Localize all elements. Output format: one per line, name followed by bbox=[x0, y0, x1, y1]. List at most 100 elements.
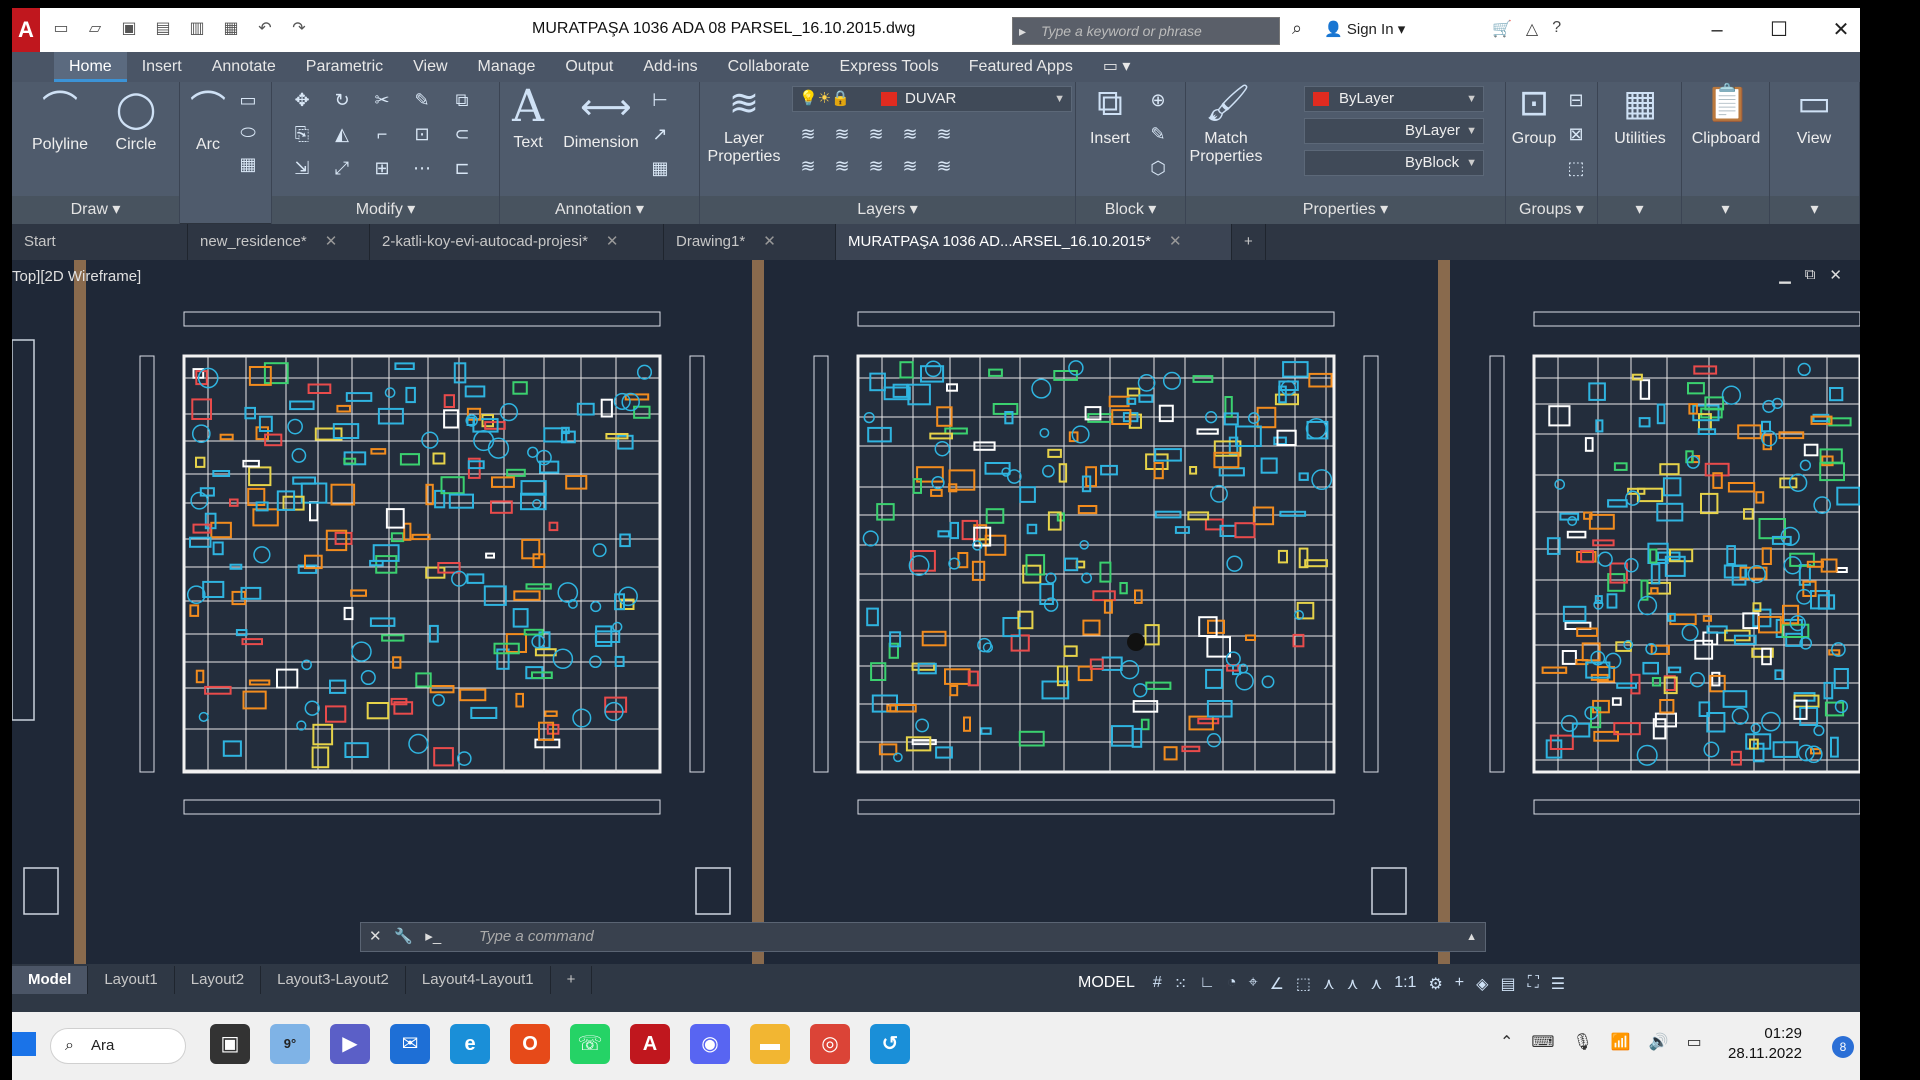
save-icon[interactable]: ▣ bbox=[116, 16, 142, 42]
utilities-button[interactable]: ▦ Utilities bbox=[1600, 82, 1680, 148]
document-tab[interactable]: MURATPAŞA 1036 AD...ARSEL_16.10.2015* ✕ bbox=[836, 224, 1232, 260]
file-explorer-icon[interactable]: ▬ bbox=[750, 1024, 790, 1064]
osnap-icon[interactable]: ⌖ bbox=[1249, 974, 1258, 994]
tab-manage[interactable]: Manage bbox=[463, 52, 551, 82]
copy-icon[interactable]: ⧉ bbox=[450, 88, 474, 112]
exchange-icon[interactable]: △ bbox=[1526, 19, 1538, 39]
view-button[interactable]: ▭ View bbox=[1774, 82, 1854, 148]
command-line[interactable]: ✕ 🔧 ▸_ Type a command ▲ bbox=[360, 922, 1486, 952]
rectangle-icon[interactable]: ▭ bbox=[236, 88, 260, 112]
mirror-icon[interactable]: ◭ bbox=[330, 122, 354, 146]
document-tab[interactable]: 2-katli-koy-evi-autocad-projesi* ✕ bbox=[370, 224, 664, 260]
weather-widget[interactable]: 9° bbox=[270, 1024, 310, 1064]
linear-dim-icon[interactable]: ⊢ bbox=[648, 88, 672, 112]
layer-lock-icon[interactable]: ≋ bbox=[898, 122, 922, 146]
polyline-button[interactable]: ⌒ Polyline bbox=[32, 88, 88, 154]
remote-app-icon[interactable]: ↺ bbox=[870, 1024, 910, 1064]
sign-in-button[interactable]: 👤 Sign In ▾ bbox=[1324, 20, 1405, 38]
clipboard-expand[interactable]: ▾ bbox=[1682, 196, 1769, 224]
keyboard-icon[interactable]: ⌨ bbox=[1531, 1032, 1554, 1052]
panel-groups-title[interactable]: Groups ▾ bbox=[1506, 196, 1597, 224]
scale-icon[interactable]: ⤢ bbox=[330, 156, 354, 180]
drawing-viewport[interactable]: Top][2D Wireframe] ▁ ⧉ ✕ bbox=[12, 260, 1860, 964]
polar-icon[interactable]: ◔ bbox=[1227, 974, 1237, 994]
trim-icon[interactable]: ✂ bbox=[370, 88, 394, 112]
color-dropdown[interactable]: ByLayer ▼ bbox=[1304, 86, 1484, 112]
help-icon[interactable]: ? bbox=[1552, 19, 1561, 39]
model-space-button[interactable]: MODEL bbox=[1072, 974, 1141, 994]
panel-block-title[interactable]: Block ▾ bbox=[1076, 196, 1185, 224]
join-icon[interactable]: ⊏ bbox=[450, 156, 474, 180]
close-tab-icon[interactable]: ✕ bbox=[1169, 233, 1182, 250]
save-as-icon[interactable]: ▤ bbox=[150, 16, 176, 42]
teams-icon[interactable]: ▶ bbox=[330, 1024, 370, 1064]
chevron-up-icon[interactable]: ⌃ bbox=[1500, 1032, 1513, 1052]
offset-icon[interactable]: ⊂ bbox=[450, 122, 474, 146]
attribute-icon[interactable]: ⬡ bbox=[1146, 156, 1170, 180]
edge-icon[interactable]: e bbox=[450, 1024, 490, 1064]
ungroup-icon[interactable]: ⊟ bbox=[1564, 88, 1588, 112]
whatsapp-icon[interactable]: ☏ bbox=[570, 1024, 610, 1064]
layer-properties-button[interactable]: ≋ Layer Properties bbox=[704, 82, 784, 166]
layer-isolate-icon[interactable]: ≋ bbox=[830, 122, 854, 146]
array-icon[interactable]: ⊞ bbox=[370, 156, 394, 180]
grid-icon[interactable]: # bbox=[1153, 974, 1162, 994]
ellipse-icon[interactable]: ⬭ bbox=[236, 120, 260, 144]
text-button[interactable]: A Text bbox=[500, 85, 556, 152]
otrack-icon[interactable]: ∠ bbox=[1270, 974, 1284, 994]
settings-gear-icon[interactable]: ⚙ bbox=[1428, 974, 1442, 994]
tab-annotate[interactable]: Annotate bbox=[197, 52, 291, 82]
layout-tab[interactable]: Layout2 bbox=[175, 966, 262, 994]
new-file-icon[interactable]: ▭ bbox=[48, 16, 74, 42]
discord-icon[interactable]: ◉ bbox=[690, 1024, 730, 1064]
auto-scale-icon[interactable]: ⋏ bbox=[1347, 974, 1359, 994]
clipboard-button[interactable]: 📋 Clipboard bbox=[1686, 82, 1766, 148]
mail-icon[interactable]: ✉ bbox=[390, 1024, 430, 1064]
search-input[interactable]: ▸ Type a keyword or phrase bbox=[1012, 17, 1280, 45]
match-properties-button[interactable]: 🖌 Match Properties bbox=[1186, 82, 1266, 166]
document-tab[interactable]: Drawing1* ✕ bbox=[664, 224, 836, 260]
plus-icon[interactable]: + bbox=[1455, 974, 1464, 994]
insert-button[interactable]: ⧉ Insert bbox=[1080, 82, 1140, 148]
layout-tab[interactable]: Layout4-Layout1 bbox=[406, 966, 551, 994]
explode-icon[interactable]: ⊡ bbox=[410, 122, 434, 146]
layer-unlock-icon[interactable]: ≋ bbox=[898, 154, 922, 178]
command-prompt-icon[interactable]: ▸_ bbox=[425, 928, 441, 945]
annotation-visibility-icon[interactable]: ⋏ bbox=[1323, 974, 1335, 994]
hatch-icon[interactable]: ▦ bbox=[236, 152, 260, 176]
move-icon[interactable]: ✥ bbox=[290, 88, 314, 112]
lineweight-dropdown[interactable]: ByBlock ▼ bbox=[1304, 150, 1484, 176]
add-layout-plus-icon[interactable]: + bbox=[551, 966, 593, 994]
create-block-icon[interactable]: ⊕ bbox=[1146, 88, 1170, 112]
layer-unisolate-icon[interactable]: ≋ bbox=[830, 154, 854, 178]
copy-clip-icon[interactable]: ⎘ bbox=[290, 122, 314, 146]
panel-properties-title[interactable]: Properties ▾ bbox=[1186, 196, 1505, 224]
wrench-icon[interactable]: 🔧 bbox=[394, 928, 413, 945]
leader-icon[interactable]: ↗ bbox=[648, 122, 672, 146]
plot-icon[interactable]: ▥ bbox=[184, 16, 210, 42]
layer-match-icon[interactable]: ≋ bbox=[932, 122, 956, 146]
group-button[interactable]: ⊡ Group bbox=[1506, 82, 1562, 148]
open-file-icon[interactable]: ▱ bbox=[82, 16, 108, 42]
layer-thaw-icon[interactable]: ≋ bbox=[864, 154, 888, 178]
circle-button[interactable]: ◯ Circle bbox=[108, 88, 164, 154]
customize-menu-icon[interactable]: ☰ bbox=[1551, 974, 1565, 994]
selection-cycle-icon[interactable]: ⬚ bbox=[1296, 974, 1311, 994]
isolate-objects-icon[interactable]: ◈ bbox=[1476, 974, 1488, 994]
panel-modify-title[interactable]: Modify ▾ bbox=[272, 196, 499, 224]
layout-tab[interactable]: Layout1 bbox=[88, 966, 175, 994]
viewport-view-label[interactable]: Top][2D Wireframe] bbox=[12, 268, 141, 285]
viewport-restore-icon[interactable]: ⧉ bbox=[1805, 266, 1816, 284]
view-expand[interactable]: ▾ bbox=[1770, 196, 1859, 224]
hardware-accel-icon[interactable]: ▤ bbox=[1500, 974, 1515, 994]
layer-on-icon[interactable]: ≋ bbox=[796, 154, 820, 178]
ribbon-minimize-icon[interactable]: ▭ ▾ bbox=[1088, 52, 1146, 82]
linetype-dropdown[interactable]: ByLayer ▼ bbox=[1304, 118, 1484, 144]
fillet-icon[interactable]: ⌐ bbox=[370, 122, 394, 146]
floor-plan-drawing[interactable] bbox=[12, 260, 1860, 964]
notification-badge[interactable]: 8 bbox=[1832, 1036, 1854, 1058]
annotation-scale-icon[interactable]: ⋏ bbox=[1370, 974, 1382, 994]
autocad-taskbar-icon[interactable]: A bbox=[630, 1024, 670, 1064]
ortho-icon[interactable]: ∟ bbox=[1199, 974, 1215, 994]
break-icon[interactable]: ⋯ bbox=[410, 156, 434, 180]
